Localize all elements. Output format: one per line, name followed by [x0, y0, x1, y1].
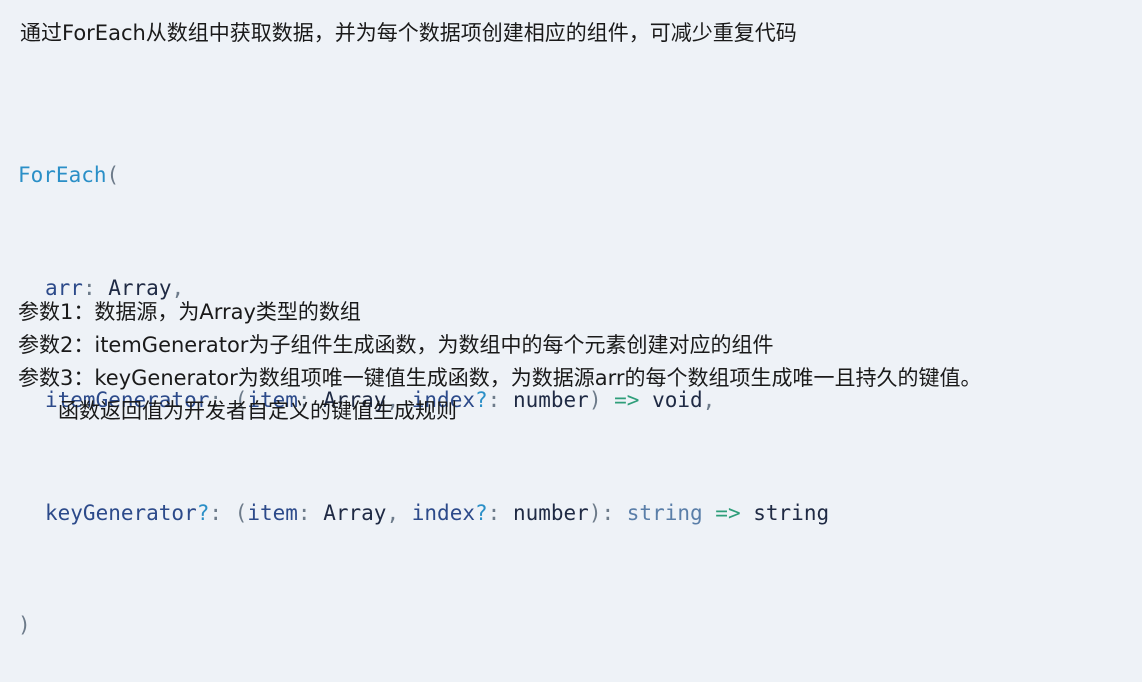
- code-line-5: ): [18, 607, 829, 645]
- code-colon: :: [487, 500, 501, 525]
- code-open-paren: (: [234, 500, 248, 525]
- code-colon: :: [297, 500, 311, 525]
- code-open-paren: (: [106, 163, 120, 187]
- code-comma: ,: [386, 500, 400, 525]
- code-arg-index: index: [411, 500, 475, 525]
- code-type: number: [512, 500, 589, 525]
- parameter-3-continuation: 函数返回值为开发者自定义的键值生成规则: [58, 399, 457, 423]
- code-line-4: keyGenerator?: (item: Array, index?: num…: [18, 495, 829, 533]
- code-colon: :: [209, 500, 223, 525]
- parameter-3-text: 参数3：keyGenerator为数组项唯一键值生成函数，为数据源arr的每个数…: [18, 366, 982, 390]
- code-type: string: [626, 500, 703, 525]
- code-optional-mark: ?: [196, 500, 210, 525]
- code-optional-mark: ?: [474, 500, 488, 525]
- code-param-key-generator: keyGenerator: [45, 500, 197, 525]
- code-arrow: =>: [715, 500, 741, 525]
- code-type: Array: [323, 500, 387, 525]
- code-colon: :: [601, 500, 615, 525]
- parameter-2-text: 参数2：itemGenerator为子组件生成函数，为数组中的每个元素创建对应的…: [18, 333, 774, 357]
- parameter-1-text: 参数1：数据源，为Array类型的数组: [18, 300, 361, 324]
- intro-text: 通过ForEach从数组中获取数据，并为每个数据项创建相应的组件，可减少重复代码: [20, 21, 797, 45]
- parameter-list: 参数1：数据源，为Array类型的数组 参数2：itemGenerator为子组…: [18, 296, 982, 428]
- code-close-paren: ): [18, 613, 31, 637]
- code-type: string: [753, 500, 830, 525]
- code-function-name: ForEach: [18, 163, 107, 187]
- code-arg-item: item: [247, 500, 298, 525]
- code-line-1: ForEach(: [18, 157, 829, 195]
- code-close-paren: ): [588, 500, 602, 525]
